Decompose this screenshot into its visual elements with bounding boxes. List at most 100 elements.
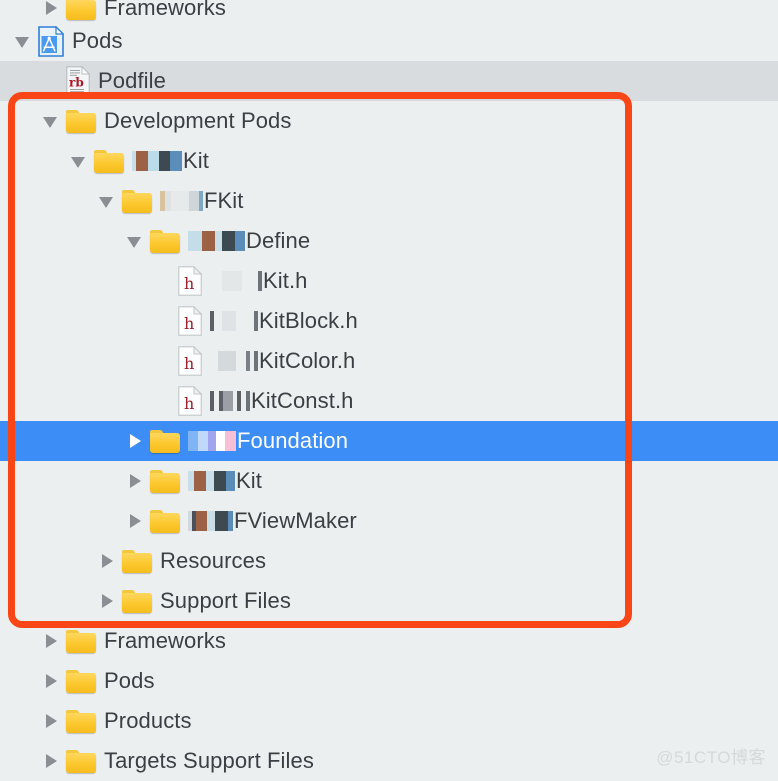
folder-icon xyxy=(150,230,180,253)
tree-row-support-files-folder[interactable]: Support Files xyxy=(0,581,778,621)
folder-icon xyxy=(150,510,180,533)
tree-row-label: KitBlock.h xyxy=(210,308,358,334)
tree-row-label: Resources xyxy=(160,548,266,574)
tree-row-text: Kit.h xyxy=(263,268,308,294)
tree-row-text: FViewMaker xyxy=(234,508,357,534)
chevron-right-icon[interactable] xyxy=(126,472,144,490)
folder-icon xyxy=(66,670,96,693)
redacted-text-block xyxy=(188,231,245,251)
folder-icon xyxy=(122,550,152,573)
folder-icon xyxy=(94,150,124,173)
tree-row-label: Podfile xyxy=(98,68,166,94)
xcodeproj-icon xyxy=(38,26,64,57)
tree-row-products-folder[interactable]: Products xyxy=(0,701,778,741)
tree-row-label: Targets Support Files xyxy=(104,748,314,774)
tree-row-label: Frameworks xyxy=(104,0,226,21)
tree-row-text: Products xyxy=(104,708,192,734)
header-file-icon: h xyxy=(178,346,202,376)
tree-row-text: KitConst.h xyxy=(251,388,354,414)
tree-row-pods-project[interactable]: Pods xyxy=(0,21,778,61)
tree-row-label: Kit xyxy=(188,468,262,494)
chevron-down-icon[interactable] xyxy=(126,232,144,250)
folder-icon xyxy=(66,0,96,20)
tree-row-text: Development Pods xyxy=(104,108,291,134)
tree-row-text: FKit xyxy=(204,188,244,214)
redacted-text-block xyxy=(210,391,250,411)
chevron-down-icon[interactable] xyxy=(70,152,88,170)
tree-row-text: Pods xyxy=(104,668,155,694)
tree-row-text: Kit xyxy=(183,148,209,174)
chevron-right-icon[interactable] xyxy=(42,672,60,690)
tree-row-frameworks-folder[interactable]: Frameworks xyxy=(0,621,778,661)
folder-icon xyxy=(150,470,180,493)
tree-row-label: Pods xyxy=(72,28,123,54)
redacted-text-block xyxy=(132,151,182,171)
svg-text:h: h xyxy=(184,274,194,293)
chevron-down-icon[interactable] xyxy=(14,32,32,50)
tree-row-file-kitcolor-h[interactable]: h KitColor.h xyxy=(0,341,778,381)
tree-row-label: FViewMaker xyxy=(188,508,357,534)
folder-icon xyxy=(66,630,96,653)
tree-row-fkit-folder[interactable]: FKit xyxy=(0,181,778,221)
tree-row-text: Targets Support Files xyxy=(104,748,314,774)
chevron-right-icon[interactable] xyxy=(98,592,116,610)
tree-row-resources-folder[interactable]: Resources xyxy=(0,541,778,581)
tree-row-text: Frameworks xyxy=(104,628,226,654)
tree-row-file-kitconst-h[interactable]: h KitConst.h xyxy=(0,381,778,421)
tree-row-fviewmaker-folder[interactable]: FViewMaker xyxy=(0,501,778,541)
chevron-right-icon[interactable] xyxy=(126,432,144,450)
tree-row-label: KitConst.h xyxy=(210,388,354,414)
folder-icon xyxy=(66,110,96,133)
twisty-spacer xyxy=(42,72,60,90)
folder-icon xyxy=(66,710,96,733)
tree-row-pods-folder[interactable]: Pods xyxy=(0,661,778,701)
tree-row-file-kitblock-h[interactable]: hKitBlock.h xyxy=(0,301,778,341)
chevron-down-icon[interactable] xyxy=(98,192,116,210)
folder-icon xyxy=(122,590,152,613)
tree-row-label: Foundation xyxy=(188,428,348,454)
folder-icon xyxy=(150,430,180,453)
chevron-right-icon[interactable] xyxy=(42,0,60,17)
chevron-down-icon[interactable] xyxy=(42,112,60,130)
chevron-right-icon[interactable] xyxy=(42,632,60,650)
redacted-text-block xyxy=(160,191,203,211)
redacted-text-block xyxy=(210,351,258,371)
tree-row-development-pods[interactable]: Development Pods xyxy=(0,101,778,141)
svg-text:h: h xyxy=(184,394,194,413)
redacted-text-block xyxy=(188,471,235,491)
chevron-right-icon[interactable] xyxy=(42,752,60,770)
tree-row-text: Pods xyxy=(72,28,123,54)
svg-text:rb: rb xyxy=(69,76,84,90)
tree-row-foundation-folder[interactable]: Foundation xyxy=(0,421,778,461)
tree-row-text: Support Files xyxy=(160,588,291,614)
tree-row-label: Kit xyxy=(132,148,209,174)
tree-row-label: KitColor.h xyxy=(210,348,355,374)
chevron-right-icon[interactable] xyxy=(42,712,60,730)
tree-row-kit-folder[interactable]: Kit xyxy=(0,141,778,181)
twisty-spacer xyxy=(154,312,172,330)
tree-row-text: Define xyxy=(246,228,310,254)
tree-row-label: FKit xyxy=(160,188,244,214)
project-navigator-tree[interactable]: Frameworks Pods rb Podfile Development Pods K… xyxy=(0,0,778,778)
redacted-text-block xyxy=(210,271,262,291)
folder-icon xyxy=(66,750,96,773)
chevron-right-icon[interactable] xyxy=(98,552,116,570)
header-file-icon: h xyxy=(178,386,202,416)
twisty-spacer xyxy=(154,352,172,370)
header-file-icon: h xyxy=(178,266,202,296)
tree-row-kit2-folder[interactable]: Kit xyxy=(0,461,778,501)
redacted-text-block xyxy=(188,431,236,451)
tree-row-text: KitBlock.h xyxy=(259,308,358,334)
twisty-spacer xyxy=(154,392,172,410)
tree-row-text: Resources xyxy=(160,548,266,574)
tree-row-podfile[interactable]: rb Podfile xyxy=(0,61,778,101)
tree-row-label: Pods xyxy=(104,668,155,694)
tree-row-label: Support Files xyxy=(160,588,291,614)
chevron-right-icon[interactable] xyxy=(126,512,144,530)
tree-row-label: Define xyxy=(188,228,310,254)
tree-row-define-folder[interactable]: Define xyxy=(0,221,778,261)
tree-row-text: Kit xyxy=(236,468,262,494)
folder-icon xyxy=(122,190,152,213)
tree-row-file-kit-h[interactable]: h Kit.h xyxy=(0,261,778,301)
watermark: @51CTO博客 xyxy=(656,743,766,768)
